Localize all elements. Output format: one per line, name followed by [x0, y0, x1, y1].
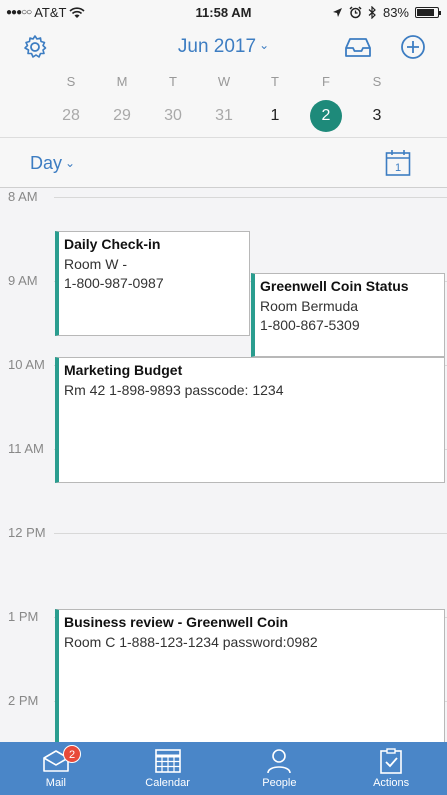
- day-timeline[interactable]: 8 AM 9 AM 10 AM 11 AM 12 PM 1 PM 2 PM Daily Ch…: [0, 188, 447, 742]
- hour-label: 11 AM: [8, 441, 44, 456]
- location-arrow-icon: [332, 8, 342, 17]
- weekday-label: S: [66, 74, 76, 89]
- week-date[interactable]: 28: [46, 100, 96, 132]
- hour-label: 9 AM: [8, 273, 38, 288]
- tab-label: Mail: [45, 777, 66, 789]
- event-detail: Room Bermuda: [260, 298, 359, 314]
- view-mode-selector[interactable]: Day ⌄: [30, 153, 75, 174]
- battery-percent: 83%: [382, 5, 409, 20]
- event-title: Business review - Greenwell Coin: [64, 614, 289, 630]
- weekday-label: S: [372, 74, 382, 89]
- hour-gridline: [54, 197, 447, 198]
- event-detail: Room W -: [64, 256, 127, 272]
- event-greenwell-coin-status[interactable]: Greenwell Coin Status Room Bermuda 1-800…: [251, 273, 445, 357]
- event-detail: Room C 1-888-123-1234 password:0982: [64, 634, 318, 650]
- weekday-label: T: [271, 74, 279, 89]
- selected-date[interactable]: 2: [301, 100, 351, 132]
- hour-label: 1 PM: [8, 609, 39, 624]
- hour-label: 8 AM: [8, 189, 38, 204]
- tab-actions[interactable]: Actions: [335, 742, 447, 795]
- event-title: Greenwell Coin Status: [260, 278, 409, 294]
- month-title: Jun 2017: [177, 36, 257, 57]
- alarm-icon: [349, 6, 362, 19]
- event-title: Daily Check-in: [64, 236, 161, 252]
- status-bar: ●●●○○ AT&T 11:58 AM 83%: [0, 0, 447, 24]
- tab-label: People: [262, 777, 297, 789]
- week-date[interactable]: 1: [250, 100, 300, 132]
- tab-mail[interactable]: 2 Mail: [0, 742, 112, 795]
- battery-icon: [415, 7, 441, 18]
- month-selector[interactable]: Jun 2017 ⌄: [0, 36, 447, 58]
- event-title: Marketing Budget: [64, 362, 183, 378]
- status-indicators: 83%: [332, 5, 441, 20]
- bluetooth-icon: [368, 6, 376, 19]
- date-number: 29: [113, 107, 131, 124]
- today-calendar-icon[interactable]: 1: [385, 149, 411, 177]
- inbox-tray-icon[interactable]: [344, 34, 372, 60]
- tab-label: Calendar: [145, 777, 190, 789]
- date-number: 2: [310, 100, 342, 132]
- event-daily-check-in[interactable]: Daily Check-in Room W - 1-800-987-0987: [55, 231, 250, 336]
- weekday-label: T: [169, 74, 177, 89]
- hour-gridline: [54, 533, 447, 534]
- event-detail: 1-800-867-5309: [260, 317, 360, 333]
- week-date[interactable]: 29: [97, 100, 147, 132]
- chevron-down-icon: ⌄: [65, 156, 76, 170]
- weekday-label: W: [217, 74, 231, 89]
- tab-people[interactable]: People: [224, 742, 336, 795]
- people-icon: [267, 749, 292, 774]
- tab-label: Actions: [373, 777, 410, 789]
- calendar-icon: [154, 749, 181, 773]
- add-event-icon[interactable]: [400, 34, 426, 60]
- weekday-label: M: [116, 74, 128, 89]
- date-number: 3: [372, 107, 382, 124]
- date-number: 30: [164, 107, 182, 124]
- unread-badge: 2: [63, 745, 81, 763]
- event-marketing-budget[interactable]: Marketing Budget Rm 42 1-898-9893 passco…: [55, 357, 445, 483]
- date-number: 31: [215, 107, 233, 124]
- event-detail: 1-800-987-0987: [64, 275, 164, 291]
- week-strip: S 28 M 29 T 30 W 31 T 1 F 2 S 3: [0, 70, 447, 138]
- hour-label: 12 PM: [8, 525, 46, 540]
- calendar-header: Jun 2017 ⌄: [0, 24, 447, 70]
- week-date[interactable]: 3: [352, 100, 402, 132]
- view-mode-label: Day: [30, 153, 63, 173]
- date-number: 28: [62, 107, 80, 124]
- actions-icon: [380, 748, 402, 774]
- week-date[interactable]: 30: [148, 100, 198, 132]
- event-business-review[interactable]: Business review - Greenwell Coin Room C …: [55, 609, 445, 742]
- date-number: 1: [270, 107, 280, 124]
- week-date[interactable]: 31: [199, 100, 249, 132]
- tab-calendar[interactable]: Calendar: [112, 742, 224, 795]
- today-icon-number: 1: [395, 162, 401, 174]
- hour-label: 10 AM: [8, 357, 45, 372]
- chevron-down-icon: ⌄: [259, 38, 270, 52]
- view-bar: Day ⌄ 1: [0, 138, 447, 188]
- hour-label: 2 PM: [8, 693, 39, 708]
- weekday-label: F: [322, 74, 330, 89]
- tab-bar: 2 Mail Calendar People Actions: [0, 742, 447, 795]
- event-detail: Rm 42 1-898-9893 passcode: 1234: [64, 382, 284, 398]
